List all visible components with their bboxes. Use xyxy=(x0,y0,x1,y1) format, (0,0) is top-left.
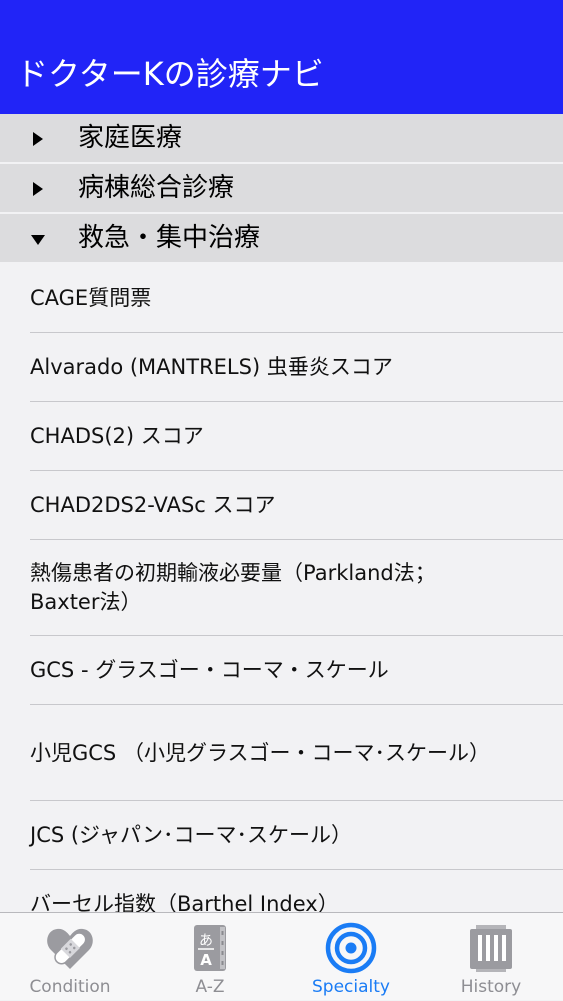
page-title: ドクターKの診療ナビ xyxy=(16,55,324,93)
list-item[interactable]: GCS - グラスゴー・コーマ・スケール xyxy=(0,636,563,705)
list-item[interactable]: 熱傷患者の初期輸液必要量（Parkland法；Baxter法） xyxy=(0,540,563,636)
list-item-label: CAGE質問票 xyxy=(30,286,152,310)
tab-condition[interactable]: Condition xyxy=(0,913,140,1001)
list-item-label: 小児GCS （小児グラスゴー・コーマ･スケール） xyxy=(30,740,491,765)
section-label: 救急・集中治療 xyxy=(78,223,261,253)
list-item-label: バーセル指数（Barthel Index） xyxy=(30,892,339,912)
tab-label: History xyxy=(460,977,522,997)
target-icon xyxy=(325,922,377,974)
section-label: 家庭医療 xyxy=(78,123,183,153)
tab-label: A-Z xyxy=(195,977,225,997)
list-item[interactable]: JCS (ジャパン･コーマ･スケール） xyxy=(0,801,563,870)
dictionary-book-icon: あ A xyxy=(194,925,226,971)
tab-specialty[interactable]: Specialty xyxy=(281,913,421,1001)
list-item[interactable]: CHADS(2) スコア xyxy=(0,402,563,471)
list-item[interactable]: Alvarado (MANTRELS) 虫垂炎スコア xyxy=(0,333,563,402)
svg-text:A: A xyxy=(200,951,212,969)
list-item[interactable]: CHAD2DS2-VASc スコア xyxy=(0,471,563,540)
navigation-bar: ドクターKの診療ナビ xyxy=(0,0,563,114)
tab-bar: Condition あ A A-Z Specialty History xyxy=(0,912,563,1000)
svg-text:あ: あ xyxy=(199,933,213,949)
list-item-label: CHADS(2) スコア xyxy=(30,424,204,448)
specialty-list[interactable]: 家庭医療 病棟総合診療 救急・集中治療 CAGE質問票 Alvarado (MA… xyxy=(0,114,563,912)
heart-bandage-icon xyxy=(47,928,93,969)
list-item[interactable]: 小児GCS （小児グラスゴー・コーマ･スケール） xyxy=(0,705,563,801)
tab-label: Condition xyxy=(29,977,111,997)
triangle-right-icon xyxy=(33,182,43,196)
list-item-label: JCS (ジャパン･コーマ･スケール） xyxy=(30,823,353,847)
tab-history[interactable]: History xyxy=(421,913,561,1001)
tab-label: Specialty xyxy=(312,977,390,997)
triangle-down-icon xyxy=(31,235,45,245)
list-item[interactable]: CAGE質問票 xyxy=(0,264,563,333)
tab-a-z[interactable]: あ A A-Z xyxy=(140,913,280,1001)
list-item-label: 熱傷患者の初期輸液必要量（Parkland法；Baxter法） xyxy=(30,561,436,614)
list-item-label: Alvarado (MANTRELS) 虫垂炎スコア xyxy=(30,355,393,379)
scroll-history-icon xyxy=(470,925,512,972)
section-label: 病棟総合診療 xyxy=(78,173,235,203)
triangle-right-icon xyxy=(33,132,43,146)
list-item[interactable]: バーセル指数（Barthel Index） xyxy=(0,870,563,912)
section-header-emergency-critical-care[interactable]: 救急・集中治療 xyxy=(0,214,563,262)
section-header-family-medicine[interactable]: 家庭医療 xyxy=(0,114,563,162)
list-item-label: CHAD2DS2-VASc スコア xyxy=(30,493,276,517)
list-item-label: GCS - グラスゴー・コーマ・スケール xyxy=(30,658,389,682)
section-header-hospital-medicine[interactable]: 病棟総合診療 xyxy=(0,164,563,212)
